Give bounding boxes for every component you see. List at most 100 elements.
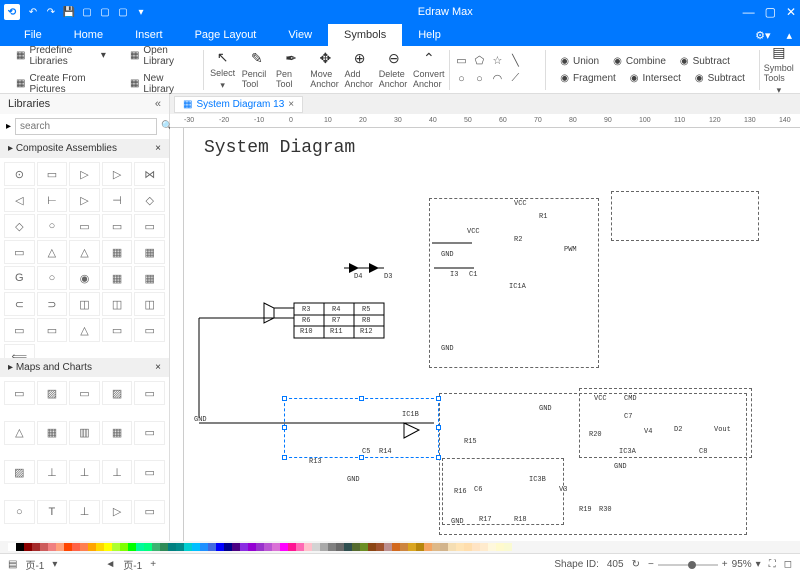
shape-item[interactable]: ▨ bbox=[102, 381, 133, 405]
color-swatch[interactable] bbox=[464, 543, 472, 551]
shape-item[interactable]: ◫ bbox=[134, 292, 165, 316]
color-swatch[interactable] bbox=[168, 543, 176, 551]
shape-item[interactable]: ▥ bbox=[69, 421, 100, 445]
pencil-tool[interactable]: ✎Pencil Tool bbox=[242, 50, 272, 89]
predefine-libraries-button[interactable]: ▦ Predefine Libraries ▾ bbox=[12, 43, 110, 69]
color-swatch[interactable] bbox=[280, 543, 288, 551]
search-input[interactable] bbox=[15, 118, 157, 135]
shape-item[interactable]: G bbox=[4, 266, 35, 290]
color-swatch[interactable] bbox=[248, 543, 256, 551]
refresh-icon[interactable]: ↻ bbox=[632, 559, 640, 570]
shape-rect[interactable]: ▭ bbox=[453, 53, 469, 69]
fragment-button[interactable]: ◉ Fragment bbox=[556, 71, 620, 86]
shape-item[interactable]: T bbox=[37, 500, 68, 524]
convert-anchor-tool[interactable]: ⌃Convert Anchor bbox=[413, 50, 445, 89]
color-swatch[interactable] bbox=[416, 543, 424, 551]
shape-item[interactable]: △ bbox=[4, 421, 35, 445]
color-swatch[interactable] bbox=[72, 543, 80, 551]
shape-item[interactable]: ▭ bbox=[134, 318, 165, 342]
color-swatch[interactable] bbox=[496, 543, 504, 551]
shape-item[interactable]: ◫ bbox=[69, 292, 100, 316]
shape-item[interactable]: ▦ bbox=[37, 421, 68, 445]
maximize-button[interactable]: ▢ bbox=[765, 5, 776, 19]
shape-item[interactable]: ⊂ bbox=[4, 292, 35, 316]
shape-curve[interactable]: ⟋ bbox=[507, 71, 523, 87]
color-swatch[interactable] bbox=[56, 543, 64, 551]
zoom-slider[interactable] bbox=[658, 564, 718, 566]
page-dropdown-icon[interactable]: ▾ bbox=[52, 559, 57, 570]
color-swatch[interactable] bbox=[448, 543, 456, 551]
zoom-in-icon[interactable]: + bbox=[722, 559, 728, 570]
shape-item[interactable]: ⋈ bbox=[134, 162, 165, 186]
shape-item[interactable]: ◫ bbox=[102, 292, 133, 316]
shape-item[interactable]: ◇ bbox=[134, 188, 165, 212]
select-tool[interactable]: ↖Select▾ bbox=[207, 49, 237, 91]
fitpage-icon[interactable]: ⛶ bbox=[769, 559, 776, 570]
shape-item[interactable]: ▭ bbox=[134, 500, 165, 524]
color-swatch[interactable] bbox=[440, 543, 448, 551]
shape-item[interactable]: ▭ bbox=[134, 381, 165, 405]
combine-button[interactable]: ◉ Combine bbox=[609, 54, 670, 69]
canvas[interactable]: System Diagram bbox=[184, 128, 800, 541]
color-swatch[interactable] bbox=[392, 543, 400, 551]
color-swatch[interactable] bbox=[40, 543, 48, 551]
shape-item[interactable]: ▦ bbox=[102, 240, 133, 264]
shape-item[interactable]: ⊙ bbox=[4, 162, 35, 186]
union-button[interactable]: ◉ Union bbox=[556, 54, 603, 69]
shape-item[interactable]: ▨ bbox=[4, 460, 35, 484]
shape-item[interactable]: ▭ bbox=[134, 460, 165, 484]
shape-item[interactable]: ⊥ bbox=[37, 460, 68, 484]
shape-pentagon[interactable]: ⬠ bbox=[471, 53, 487, 69]
color-swatch[interactable] bbox=[272, 543, 280, 551]
qat-more-icon[interactable]: ▾ bbox=[134, 5, 148, 19]
color-swatch[interactable] bbox=[88, 543, 96, 551]
shape-item[interactable]: ▦ bbox=[102, 266, 133, 290]
color-swatch[interactable] bbox=[352, 543, 360, 551]
close-tab-icon[interactable]: × bbox=[288, 99, 294, 110]
new-library-button[interactable]: ▦ New Library bbox=[126, 71, 193, 97]
color-swatch[interactable] bbox=[240, 543, 248, 551]
page-label[interactable]: 页-1 bbox=[25, 557, 44, 572]
symbol-tools-button[interactable]: ▤Symbol Tools▾ bbox=[764, 44, 794, 96]
undo-icon[interactable]: ↶ bbox=[26, 5, 40, 19]
color-swatch[interactable] bbox=[304, 543, 312, 551]
color-swatch[interactable] bbox=[200, 543, 208, 551]
collapse-panel-icon[interactable]: « bbox=[155, 98, 161, 110]
color-swatch[interactable] bbox=[184, 543, 192, 551]
color-swatch[interactable] bbox=[296, 543, 304, 551]
shape-item[interactable]: ▷ bbox=[102, 500, 133, 524]
shape-item[interactable]: ▭ bbox=[4, 240, 35, 264]
color-swatch[interactable] bbox=[128, 543, 136, 551]
color-swatch[interactable] bbox=[8, 543, 16, 551]
color-swatch[interactable] bbox=[320, 543, 328, 551]
color-swatch[interactable] bbox=[472, 543, 480, 551]
color-swatch[interactable] bbox=[224, 543, 232, 551]
shape-item[interactable]: ◇ bbox=[4, 214, 35, 238]
color-swatch[interactable] bbox=[144, 543, 152, 551]
color-swatch[interactable] bbox=[360, 543, 368, 551]
tab-symbols[interactable]: Symbols bbox=[328, 24, 402, 46]
shape-item[interactable]: ▭ bbox=[4, 381, 35, 405]
zoom-dropdown-icon[interactable]: ▾ bbox=[756, 559, 761, 570]
color-swatch[interactable] bbox=[64, 543, 72, 551]
color-swatch[interactable] bbox=[376, 543, 384, 551]
shape-item[interactable]: ▷ bbox=[102, 162, 133, 186]
shape-item[interactable]: ▭ bbox=[4, 318, 35, 342]
move-anchor-tool[interactable]: ✥Move Anchor bbox=[310, 50, 340, 89]
delete-anchor-tool[interactable]: ⊖Delete Anchor bbox=[379, 50, 409, 89]
color-swatch[interactable] bbox=[336, 543, 344, 551]
shape-item[interactable]: ⊃ bbox=[37, 292, 68, 316]
color-swatch[interactable] bbox=[216, 543, 224, 551]
tab-help[interactable]: Help bbox=[402, 24, 457, 46]
intersect-button[interactable]: ◉ Intersect bbox=[626, 71, 685, 86]
shape-line[interactable]: ╲ bbox=[507, 53, 523, 69]
fullscreen-icon[interactable]: ◻ bbox=[784, 559, 792, 570]
expand-icon[interactable]: ▸ bbox=[6, 121, 11, 132]
save-icon[interactable]: 💾 bbox=[62, 5, 76, 19]
color-swatch[interactable] bbox=[16, 543, 24, 551]
color-swatch[interactable] bbox=[456, 543, 464, 551]
page-label[interactable]: 页-1 bbox=[123, 557, 142, 572]
shape-item[interactable]: ○ bbox=[4, 500, 35, 524]
shape-item[interactable]: ⊥ bbox=[69, 500, 100, 524]
zoom-out-icon[interactable]: − bbox=[648, 559, 654, 570]
